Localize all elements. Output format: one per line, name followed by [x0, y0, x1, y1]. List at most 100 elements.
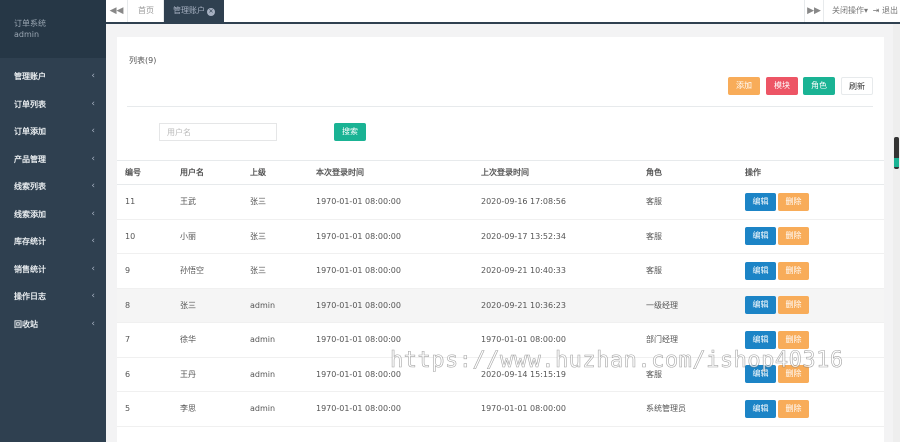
edit-button[interactable]: 编辑 — [745, 399, 776, 418]
add-button[interactable]: 添加 — [728, 77, 760, 95]
table-row: 5 李思 admin 1970-01-01 08:00:00 1970-01-01 08… — [117, 392, 884, 427]
delete-button[interactable]: 删除 — [778, 330, 809, 349]
cell-this-login: 1970-01-01 08:00:00 — [316, 404, 401, 414]
edit-button[interactable]: 编辑 — [745, 192, 776, 211]
sidebar-item-label: 订单列表 — [14, 99, 46, 109]
cell-parent: admin — [250, 404, 276, 414]
table-row: 10 小丽 张三 1970-01-01 08:00:00 2020-09-17 13:5… — [117, 220, 884, 254]
header-parent: 上级 — [250, 168, 266, 177]
cell-this-login: 1970-01-01 08:00:00 — [316, 369, 401, 379]
delete-button[interactable]: 删除 — [778, 227, 809, 246]
edit-button[interactable]: 编辑 — [745, 261, 776, 280]
cell-role: 一级经理 — [646, 300, 678, 310]
sidebar-nav: 管理账户 ‹ 订单列表 ‹ 订单添加 ‹ 产品管理 ‹ 线索列表 ‹ 线索添加 ‹ 库存统计… — [0, 63, 106, 338]
header-role: 角色 — [646, 168, 662, 177]
tab-accounts[interactable]: 管理账户 ✕ — [164, 0, 224, 22]
sidebar-item-recycle[interactable]: 回收站 ‹ — [0, 311, 106, 339]
sidebar-item-label: 订单添加 — [14, 127, 46, 136]
cell-username: 小丽 — [180, 231, 196, 241]
chevron-left-icon: ‹ — [91, 181, 95, 191]
tab-home[interactable]: 首页 — [129, 0, 164, 22]
table-row: 7 徐华 admin 1970-01-01 08:00:00 1970-01-01 08… — [117, 323, 884, 358]
tab-bar: ◀◀ 首页 管理账户 ✕ ▶▶ 关闭操作▾ ⇥ 退出 — [106, 0, 900, 24]
cell-last-login: 2020-09-21 10:40:33 — [481, 266, 566, 276]
module-button[interactable]: 模块 — [766, 77, 798, 95]
sidebar-item-logs[interactable]: 操作日志 ‹ — [0, 283, 106, 311]
cell-role: 客服 — [646, 231, 662, 241]
sidebar-item-inventory[interactable]: 库存统计 ‹ — [0, 228, 106, 256]
accounts-table: 编号 用户名 上级 本次登录时间 上次登录时间 角色 操作 11 王武 张三 1970… — [117, 160, 884, 427]
header-username: 用户名 — [180, 168, 204, 177]
cell-parent: 张三 — [250, 231, 266, 241]
cell-username: 李思 — [180, 404, 196, 414]
sidebar-item-accounts[interactable]: 管理账户 ‹ — [0, 63, 106, 91]
edit-button[interactable]: 编辑 — [745, 365, 776, 384]
header-id: 编号 — [125, 168, 141, 177]
sidebar-item-leads[interactable]: 线索列表 ‹ — [0, 173, 106, 201]
sidebar-item-order-add[interactable]: 订单添加 ‹ — [0, 118, 106, 146]
table-body: 11 王武 张三 1970-01-01 08:00:00 2020-09-16 17:0… — [117, 185, 884, 427]
cell-id: 8 — [125, 300, 131, 310]
cell-last-login: 2020-09-21 10:36:23 — [481, 300, 566, 310]
sidebar-item-label: 线索列表 — [14, 182, 46, 191]
delete-button[interactable]: 删除 — [778, 399, 809, 418]
cell-username: 王丹 — [180, 369, 196, 379]
edit-button[interactable]: 编辑 — [745, 330, 776, 349]
delete-button[interactable]: 删除 — [778, 261, 809, 280]
delete-button[interactable]: 删除 — [778, 192, 809, 211]
cell-this-login: 1970-01-01 08:00:00 — [316, 231, 401, 241]
close-operations-dropdown[interactable]: 关闭操作▾ — [832, 0, 868, 22]
logout-button[interactable]: ⇥ 退出 — [873, 0, 898, 22]
cell-actions: 编辑 删除 — [745, 220, 811, 254]
refresh-button[interactable]: 刷新 — [841, 77, 873, 95]
table-row: 11 王武 张三 1970-01-01 08:00:00 2020-09-16 17:0… — [117, 185, 884, 220]
cell-actions: 编辑 删除 — [745, 323, 811, 357]
sidebar-item-lead-add[interactable]: 线索添加 ‹ — [0, 201, 106, 229]
sidebar-item-label: 线索添加 — [14, 209, 46, 219]
edit-button[interactable]: 编辑 — [745, 227, 776, 246]
delete-button[interactable]: 删除 — [778, 365, 809, 384]
cell-last-login: 2020-09-14 15:15:19 — [481, 369, 566, 379]
cell-actions: 编辑 删除 — [745, 254, 811, 288]
cell-parent: admin — [250, 369, 276, 379]
chevron-left-icon: ‹ — [91, 291, 95, 301]
cell-last-login: 1970-01-01 08:00:00 — [481, 335, 566, 345]
delete-button[interactable]: 删除 — [778, 296, 809, 315]
sidebar-item-label: 库存统计 — [14, 237, 46, 246]
table-row: 8 张三 admin 1970-01-01 08:00:00 2020-09-21 10… — [117, 288, 884, 323]
chevron-left-icon: ‹ — [91, 126, 95, 136]
sidebar-item-label: 回收站 — [14, 319, 38, 329]
sidebar-item-label: 管理账户 — [14, 72, 46, 81]
header-actions: 操作 — [745, 168, 761, 177]
sidebar-item-products[interactable]: 产品管理 ‹ — [0, 146, 106, 174]
cell-parent: 张三 — [250, 266, 266, 276]
search-button[interactable]: 搜索 — [334, 123, 366, 141]
cell-last-login: 1970-01-01 08:00:00 — [481, 404, 566, 414]
cell-this-login: 1970-01-01 08:00:00 — [316, 335, 401, 345]
brand: 订单系统 admin — [0, 0, 106, 58]
chevron-left-icon: ‹ — [91, 208, 95, 219]
scroll-tabs-right-icon[interactable]: ▶▶ — [804, 0, 824, 22]
table-row: 9 孙悟空 张三 1970-01-01 08:00:00 2020-09-21 10:4… — [117, 254, 884, 289]
current-user[interactable]: admin — [14, 30, 106, 39]
scroll-tabs-left-icon[interactable]: ◀◀ — [106, 0, 128, 22]
cell-id: 6 — [125, 369, 131, 379]
vertical-scrollbar[interactable] — [893, 24, 900, 442]
content-panel: 列表(9) 添加 模块 角色 刷新 搜索 编号 用户名 上级 本次登录时间 上次… — [117, 37, 884, 442]
chevron-left-icon: ‹ — [91, 71, 95, 81]
close-tab-icon[interactable]: ✕ — [207, 8, 215, 16]
sidebar-item-sales[interactable]: 销售统计 ‹ — [0, 256, 106, 284]
cell-id: 7 — [125, 335, 131, 345]
sidebar-item-orders[interactable]: 订单列表 ‹ — [0, 91, 106, 119]
cell-actions: 编辑 删除 — [745, 358, 811, 392]
cell-username: 徐华 — [180, 335, 196, 345]
list-title: 列表(9) — [129, 56, 157, 65]
sidebar-item-label: 产品管理 — [14, 154, 46, 164]
cell-username: 孙悟空 — [180, 266, 204, 276]
cell-last-login: 2020-09-17 13:52:34 — [481, 231, 566, 241]
edit-button[interactable]: 编辑 — [745, 296, 776, 315]
system-name: 订单系统 — [14, 19, 46, 28]
username-search-input[interactable] — [159, 123, 277, 141]
role-button[interactable]: 角色 — [803, 77, 835, 95]
cell-this-login: 1970-01-01 08:00:00 — [316, 197, 401, 207]
